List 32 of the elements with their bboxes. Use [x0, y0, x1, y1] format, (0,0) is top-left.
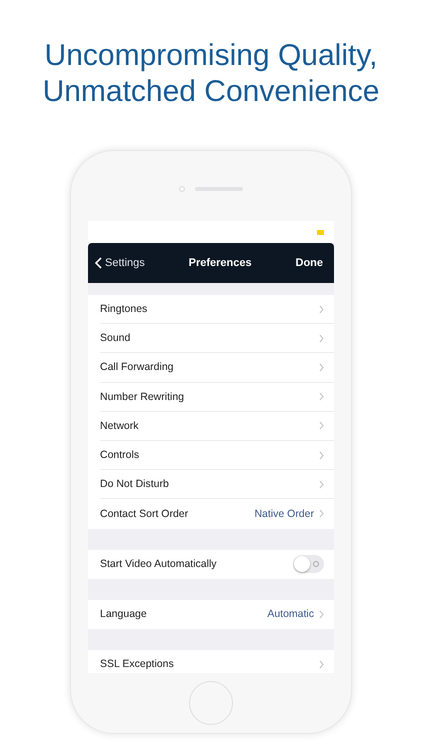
headline-text: Unmatched Convenience — [42, 74, 380, 110]
row-label: Sound — [100, 331, 130, 346]
chevron-icon[interactable] — [319, 334, 324, 343]
chevron-icon[interactable] — [319, 362, 324, 372]
back-chevron-icon — [95, 257, 102, 269]
row-label: Do Not Disturb — [100, 477, 169, 492]
row-value: Native Order — [254, 506, 314, 521]
camera-icon — [179, 186, 185, 192]
row-label: Call Forwarding — [100, 360, 174, 374]
row-label: Start Video Automatically — [100, 557, 217, 572]
chevron-icon[interactable] — [319, 392, 324, 402]
chevron-icon[interactable] — [319, 480, 324, 489]
battery-icon — [317, 230, 324, 234]
chevron-icon[interactable] — [319, 610, 324, 619]
toggle-switch[interactable] — [293, 555, 324, 574]
row-label: Number Rewriting — [100, 390, 184, 404]
row-label: Contact Sort Order — [100, 506, 188, 521]
chevron-icon[interactable] — [319, 450, 324, 460]
row-label: Network — [100, 418, 139, 433]
chevron-icon[interactable] — [319, 660, 324, 669]
done-button[interactable]: Done — [296, 254, 323, 272]
row-label: Ringtones — [100, 302, 148, 316]
row-label: Controls — [100, 448, 140, 462]
headline-text: Uncompromising Quality, — [44, 38, 378, 74]
chevron-icon[interactable] — [319, 509, 324, 518]
chevron-icon[interactable] — [319, 421, 324, 430]
row-label: SSL Exceptions — [100, 657, 174, 672]
chevron-icon[interactable] — [319, 304, 324, 314]
row-value: Automatic — [267, 607, 314, 622]
row-label: Language — [100, 607, 147, 622]
back-button[interactable]: Settings — [95, 254, 145, 272]
screen-title: Preferences — [188, 256, 252, 271]
